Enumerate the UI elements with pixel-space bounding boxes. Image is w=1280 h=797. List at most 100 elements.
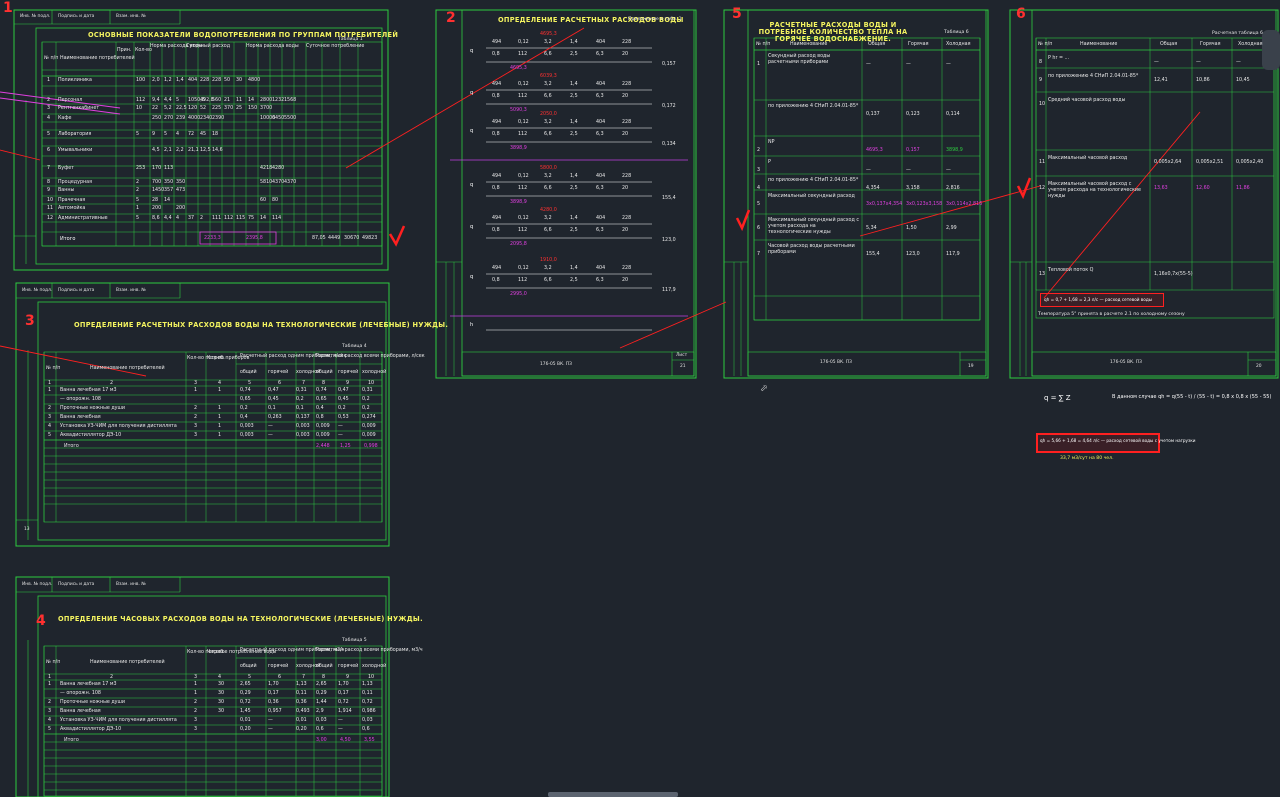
table-cell: 3,158 [906, 186, 920, 191]
sheet5-stamp-code: 176-05 ВК. ПЗ [820, 360, 852, 365]
table-cell: 13 [1039, 272, 1046, 277]
table-cell: 2 [136, 180, 140, 185]
table-cell: 5 [136, 198, 140, 203]
table-cell: P hr = ... [1048, 56, 1070, 61]
table-cell: — [338, 433, 343, 438]
sheet3-title: ОПРЕДЕЛЕНИЕ РАСЧЕТНЫХ РАСХОДОВ ВОДЫ НА Т… [74, 321, 449, 329]
formula-term: 0,12 [518, 40, 529, 45]
formula-term: 6,6 [544, 278, 552, 283]
col-header: № п/п [46, 366, 61, 371]
table-cell: 350 [176, 180, 186, 185]
sheet5-table-label: Таблица 6 [944, 30, 969, 35]
table-cell: 1 [218, 424, 222, 429]
table-cell: 560 [212, 98, 222, 103]
table-cell: 0,005х2,40 [1236, 160, 1264, 165]
table-cell: Административные [58, 216, 108, 221]
table-cell: 0,17 [268, 691, 279, 696]
table-cell: 5,2 [164, 106, 172, 111]
table-cell: 22 [152, 106, 159, 111]
formula-term: 6,6 [544, 228, 552, 233]
formula-symbol: q [470, 274, 474, 280]
table-cell: 14,6 [212, 148, 223, 153]
formula-value-red: 2050,0 [540, 112, 557, 117]
table-cell: 0,45 [338, 397, 349, 402]
formula-term: 3,2 [544, 82, 552, 87]
table-cell: 1,4 [176, 78, 184, 83]
table-cell: 1568 [284, 98, 297, 103]
table-cell: Автомойка [58, 206, 86, 211]
table-cell: 1 [194, 691, 198, 696]
formula-term: 20 [622, 278, 629, 283]
table-cell: 4,354 [866, 186, 880, 191]
pointer-icon: ⬀ [760, 384, 768, 394]
table-cell: 0,009 [316, 424, 330, 429]
table-cell: 30 [218, 700, 225, 705]
formula-term: 20 [622, 52, 629, 57]
table-cell: Процедурная [58, 180, 92, 185]
table-cell: 3 [48, 415, 52, 420]
col-header: Общая [1160, 42, 1178, 47]
table-cell: 2 [47, 98, 51, 103]
col-header: Норма расхода воды [246, 44, 299, 49]
formula-symbol: q [470, 90, 474, 96]
formula-term: 228 [622, 216, 632, 221]
formula-term: 112 [518, 132, 528, 137]
table-cell: 8 [47, 180, 51, 185]
table-cell: — [268, 433, 273, 438]
scroll-handle[interactable] [1262, 30, 1280, 70]
table-cell: 200 [176, 206, 186, 211]
formula-term: 112 [518, 94, 528, 99]
col-header: Наименование [1080, 42, 1118, 47]
table-cell: 0,2 [338, 406, 346, 411]
table-cell: 2,1 [164, 148, 172, 153]
formula-term: 0,8 [492, 52, 500, 57]
col-header: Горячая [908, 42, 929, 47]
col-number: 6 [278, 381, 282, 386]
formula-term: 3,2 [544, 120, 552, 125]
total-value: 87,05 [312, 236, 326, 241]
formula-result: 0,172 [662, 104, 676, 109]
table-cell: 2 [194, 709, 198, 714]
formula-term: 20 [622, 132, 629, 137]
table-cell: 0,2 [362, 397, 370, 402]
sub-header: горячей [338, 664, 359, 669]
table-cell: 3 [757, 168, 761, 173]
col-header: № п/п [1038, 42, 1053, 47]
col-number: 2 [110, 381, 114, 386]
table-cell: — [1196, 60, 1201, 65]
table-cell: 155,4 [866, 252, 880, 257]
table-cell: 117,9 [946, 252, 960, 257]
page-number-6: 6 [1016, 6, 1026, 22]
col-header: Расчетный расход всеми приборами, м3/ч [316, 648, 423, 653]
table-cell: 370 [224, 106, 234, 111]
sheet6-stamp-code: 176-05 ВК. ПЗ [1110, 360, 1142, 365]
table-cell: P [768, 160, 771, 165]
table-cell: 0,47 [338, 388, 349, 393]
sheet3-sheet-number: 13 [24, 527, 30, 532]
sheet2-stamp-sheet-label: Лист [676, 353, 688, 358]
col-number: 10 [368, 675, 375, 680]
total-value: 4449 [328, 236, 341, 241]
col-header: Горячая [1200, 42, 1221, 47]
table-cell: 0,6 [362, 727, 370, 732]
table-cell: 21,1 [188, 148, 199, 153]
table-cell: 7 [757, 252, 761, 257]
table-cell: 4000 [188, 116, 201, 121]
table-cell: 1 [218, 415, 222, 420]
sheet4-table-label: Таблица 5 [342, 638, 367, 643]
table-cell: 6 [757, 226, 761, 231]
col-number: 5 [248, 675, 252, 680]
formula-term: 20 [622, 186, 629, 191]
table-cell: 228 [200, 78, 210, 83]
table-cell: 0,03 [316, 718, 327, 723]
table-cell: 3 [194, 727, 198, 732]
horizontal-scrollbar[interactable] [548, 792, 678, 797]
col-header: Наименование потребителей [90, 660, 165, 665]
table-cell: 5 [164, 132, 168, 137]
table-cell: 3898,9 [946, 148, 963, 153]
sheet6-note: Температура 5° принята в расчете 2.1 по … [1038, 312, 1185, 317]
table-cell: 4695,3 [866, 148, 883, 153]
table-cell: 1,70 [338, 682, 349, 687]
table-cell: 52 [200, 106, 207, 111]
table-cell: 225 [212, 106, 222, 111]
